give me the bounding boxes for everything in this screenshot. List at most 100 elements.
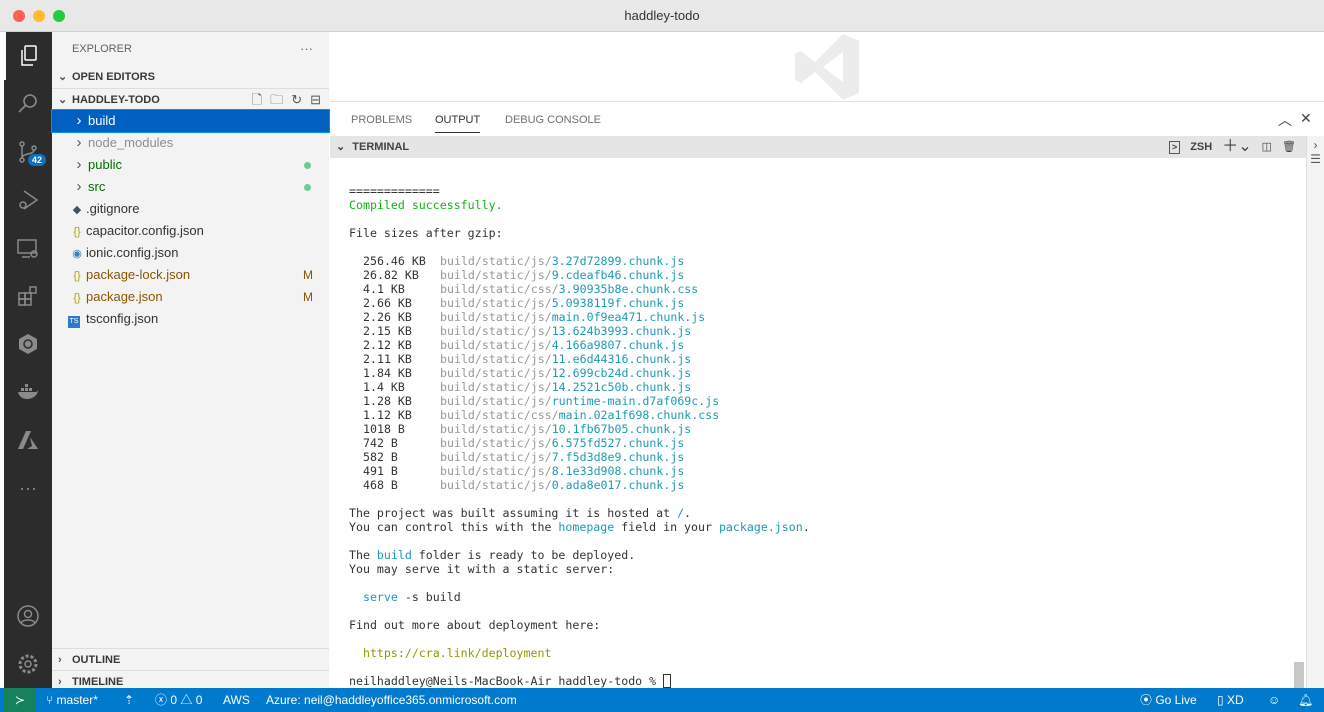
xd-indicator[interactable]: ▯ XD bbox=[1217, 688, 1244, 712]
file-dir: build/static/js/ bbox=[440, 450, 552, 464]
folder-item[interactable]: › src bbox=[52, 176, 329, 198]
search-icon[interactable] bbox=[4, 80, 52, 128]
source-control-icon[interactable]: 42 bbox=[4, 128, 52, 176]
terminal-line: https://cra.link/deployment bbox=[349, 646, 1306, 660]
chevron-down-icon: ⌄ bbox=[58, 71, 68, 83]
maximize-window-button[interactable] bbox=[53, 10, 65, 22]
refresh-icon[interactable]: ↻ bbox=[291, 89, 302, 111]
error-count: 0 bbox=[170, 693, 178, 707]
folder-item[interactable]: › node_modules bbox=[52, 132, 329, 154]
file-size-row: 742 B build/static/js/6.575fd527.chunk.js bbox=[349, 436, 1306, 450]
explorer-sidebar: EXPLORER ··· ⌄ OPEN EDITORS ⌄ HADDLEY-TODO… bbox=[51, 32, 330, 688]
terminal-text: You can control this with the bbox=[349, 520, 559, 534]
more-actions-icon[interactable]: ··· bbox=[300, 32, 313, 66]
azure-account[interactable]: Azure: neil@haddleyoffice365.onmicrosoft… bbox=[266, 688, 517, 712]
terminal-header: ⌄ TERMINAL > ZSH ＋⌄ ◫ 🗑 bbox=[330, 136, 1306, 158]
branch-indicator[interactable]: ⑂ master* bbox=[46, 688, 98, 712]
item-label: build bbox=[88, 113, 116, 128]
file-item[interactable]: {} package-lock.json M bbox=[52, 264, 329, 286]
json-icon: {} bbox=[73, 226, 81, 238]
terminal-line: The project was built assuming it is hos… bbox=[349, 506, 1306, 520]
maximize-panel-icon[interactable]: ︿ bbox=[1278, 110, 1292, 130]
tab-debug-console[interactable]: DEBUG CONSOLE bbox=[505, 114, 601, 126]
ts-icon: TS bbox=[68, 316, 80, 328]
vscode-watermark-icon bbox=[795, 34, 859, 100]
sync-icon[interactable]: ⇡ bbox=[124, 688, 134, 712]
git-modified-badge: M bbox=[303, 268, 313, 282]
file-size: 491 B bbox=[363, 464, 398, 478]
file-item[interactable]: TS tsconfig.json bbox=[52, 308, 329, 330]
file-size-row: 1018 B build/static/js/10.1fb67b05.chunk.… bbox=[349, 422, 1306, 436]
bell-icon[interactable]: 🔔︎ bbox=[1298, 688, 1313, 712]
remote-explorer-icon[interactable] bbox=[4, 224, 52, 272]
file-name: 3.90935b8e.chunk.css bbox=[558, 282, 699, 296]
file-size: 1.84 KB bbox=[363, 366, 412, 380]
file-size-row: 1.12 KB build/static/css/main.02a1f698.ch… bbox=[349, 408, 1306, 422]
terminal-text: -s build bbox=[397, 590, 461, 604]
file-dir: build/static/js/ bbox=[440, 366, 552, 380]
open-editors-section[interactable]: ⌄ OPEN EDITORS bbox=[52, 66, 329, 88]
file-size: 2.11 KB bbox=[363, 352, 412, 366]
close-window-button[interactable] bbox=[13, 10, 25, 22]
docker-icon[interactable] bbox=[4, 368, 52, 416]
go-live-button[interactable]: ⦿ Go Live bbox=[1140, 688, 1197, 712]
file-name: main.02a1f698.chunk.css bbox=[558, 408, 720, 422]
feedback-icon[interactable]: ☺ bbox=[1268, 688, 1280, 712]
file-dir: build/static/js/ bbox=[440, 324, 552, 338]
run-debug-icon[interactable] bbox=[4, 176, 52, 224]
git-status-dot bbox=[304, 184, 311, 191]
new-file-icon[interactable]: 🗋 bbox=[252, 89, 262, 111]
problems-indicator[interactable]: ⓧ 0 △ 0 bbox=[155, 688, 202, 712]
folder-item[interactable]: › build bbox=[51, 109, 330, 133]
file-size: 1.4 KB bbox=[363, 380, 405, 394]
terminal-scrollbar[interactable] bbox=[1294, 662, 1304, 688]
more-icon[interactable]: ··· bbox=[4, 464, 52, 512]
file-dir: build/static/js/ bbox=[440, 296, 552, 310]
close-panel-icon[interactable]: ✕ bbox=[1300, 110, 1312, 127]
terminal-line: Compiled successfully. bbox=[349, 198, 1306, 212]
explorer-icon[interactable] bbox=[4, 32, 52, 80]
file-name: runtime-main.d7af069c.js bbox=[551, 394, 720, 408]
trash-icon[interactable]: 🗑 bbox=[1282, 136, 1296, 158]
folder-item[interactable]: › public bbox=[52, 154, 329, 176]
activity-bar: 42 ··· bbox=[4, 32, 52, 688]
file-item[interactable]: ◉ ionic.config.json bbox=[52, 242, 329, 264]
file-dir: build/static/js/ bbox=[440, 338, 552, 352]
file-item[interactable]: {} capacitor.config.json bbox=[52, 220, 329, 242]
extensions-icon[interactable] bbox=[4, 272, 52, 320]
split-terminal-icon[interactable]: ◫ bbox=[1262, 136, 1272, 158]
remote-indicator-icon[interactable]: ≻ bbox=[4, 688, 36, 712]
file-name: 10.1fb67b05.chunk.js bbox=[551, 422, 692, 436]
settings-gear-icon[interactable] bbox=[4, 640, 52, 688]
kubernetes-icon[interactable] bbox=[4, 320, 52, 368]
editor-area bbox=[330, 32, 1324, 101]
notes-icon[interactable]: ☰ bbox=[1307, 152, 1324, 166]
new-folder-icon[interactable]: 🗀 bbox=[270, 89, 283, 111]
chevron-down-icon[interactable]: ⌄ bbox=[330, 141, 345, 153]
terminal-output[interactable]: ============= Compiled successfully. File … bbox=[330, 158, 1306, 688]
azure-icon[interactable] bbox=[4, 416, 52, 464]
file-item[interactable]: ◆ .gitignore bbox=[52, 198, 329, 220]
tab-problems[interactable]: PROBLEMS bbox=[351, 114, 412, 126]
file-item[interactable]: {} package.json M bbox=[52, 286, 329, 308]
tab-output[interactable]: OUTPUT bbox=[435, 114, 481, 133]
outline-section[interactable]: › OUTLINE bbox=[52, 649, 329, 671]
account-icon[interactable] bbox=[4, 592, 52, 640]
file-dir: build/static/js/ bbox=[440, 268, 552, 282]
chevron-right-icon[interactable]: › bbox=[1307, 138, 1324, 152]
terminal-shell-icon[interactable]: > bbox=[1168, 140, 1181, 154]
file-size-row: 1.84 KB build/static/js/12.699cb24d.chunk… bbox=[349, 366, 1306, 380]
explorer-title: EXPLORER bbox=[72, 43, 132, 55]
file-name: 4.166a9807.chunk.js bbox=[551, 338, 685, 352]
file-name: main.0f9ea471.chunk.js bbox=[551, 310, 706, 324]
collapse-all-icon[interactable]: ⊟ bbox=[310, 89, 321, 111]
new-terminal-icon[interactable]: ＋⌄ bbox=[1222, 136, 1251, 158]
aws-indicator[interactable]: AWS bbox=[223, 688, 250, 712]
folder-section[interactable]: ⌄ HADDLEY-TODO 🗋 🗀 ↻ ⊟ bbox=[52, 88, 329, 110]
minimize-window-button[interactable] bbox=[33, 10, 45, 22]
shell-name[interactable]: ZSH bbox=[1190, 136, 1212, 158]
